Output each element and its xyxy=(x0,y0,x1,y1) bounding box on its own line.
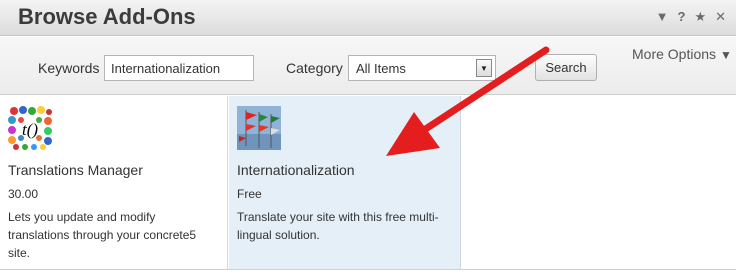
addon-description: Translate your site with this free multi… xyxy=(237,210,439,242)
svg-text:t(): t() xyxy=(22,120,38,139)
addon-name[interactable]: Internationalization xyxy=(237,162,355,178)
star-icon[interactable]: ★ xyxy=(694,8,706,26)
keywords-input[interactable] xyxy=(104,55,254,81)
translations-manager-icon: t() xyxy=(8,106,52,150)
title-bar: Browse Add-Ons ▼ ? ★ ✕ xyxy=(0,0,736,36)
category-selected-value: All Items xyxy=(356,61,406,76)
more-options-label: More Options xyxy=(632,46,717,62)
addon-results: t() Translations Manager 30.00 Lets you … xyxy=(0,96,736,275)
keywords-label: Keywords xyxy=(38,60,100,76)
addon-price: 30.00 xyxy=(8,187,39,201)
collapse-icon[interactable]: ▼ xyxy=(656,8,669,26)
category-label: Category xyxy=(286,60,343,76)
category-select[interactable]: All Items ▼ xyxy=(348,55,496,81)
help-icon[interactable]: ? xyxy=(677,8,685,26)
search-button[interactable]: Search xyxy=(535,54,597,81)
more-options-button[interactable]: More Options ▼ xyxy=(632,46,732,62)
chevron-down-icon: ▼ xyxy=(720,48,732,62)
addon-name[interactable]: Translations Manager xyxy=(8,162,143,178)
addon-description: Lets you update and modify translations … xyxy=(8,210,197,260)
addon-card-internationalization[interactable]: Internationalization Free Translate your… xyxy=(229,96,461,269)
page-title: Browse Add-Ons xyxy=(18,4,196,29)
close-icon[interactable]: ✕ xyxy=(715,8,726,26)
addon-price: Free xyxy=(237,187,262,201)
addon-card-translations-manager[interactable]: t() Translations Manager 30.00 Lets you … xyxy=(0,96,228,269)
internationalization-flags-icon xyxy=(237,106,281,150)
dropdown-arrow-icon[interactable]: ▼ xyxy=(476,59,492,77)
divider xyxy=(0,269,736,270)
title-bar-icons: ▼ ? ★ ✕ xyxy=(656,8,726,26)
filter-bar: Keywords Category All Items ▼ Search Mor… xyxy=(0,37,736,95)
